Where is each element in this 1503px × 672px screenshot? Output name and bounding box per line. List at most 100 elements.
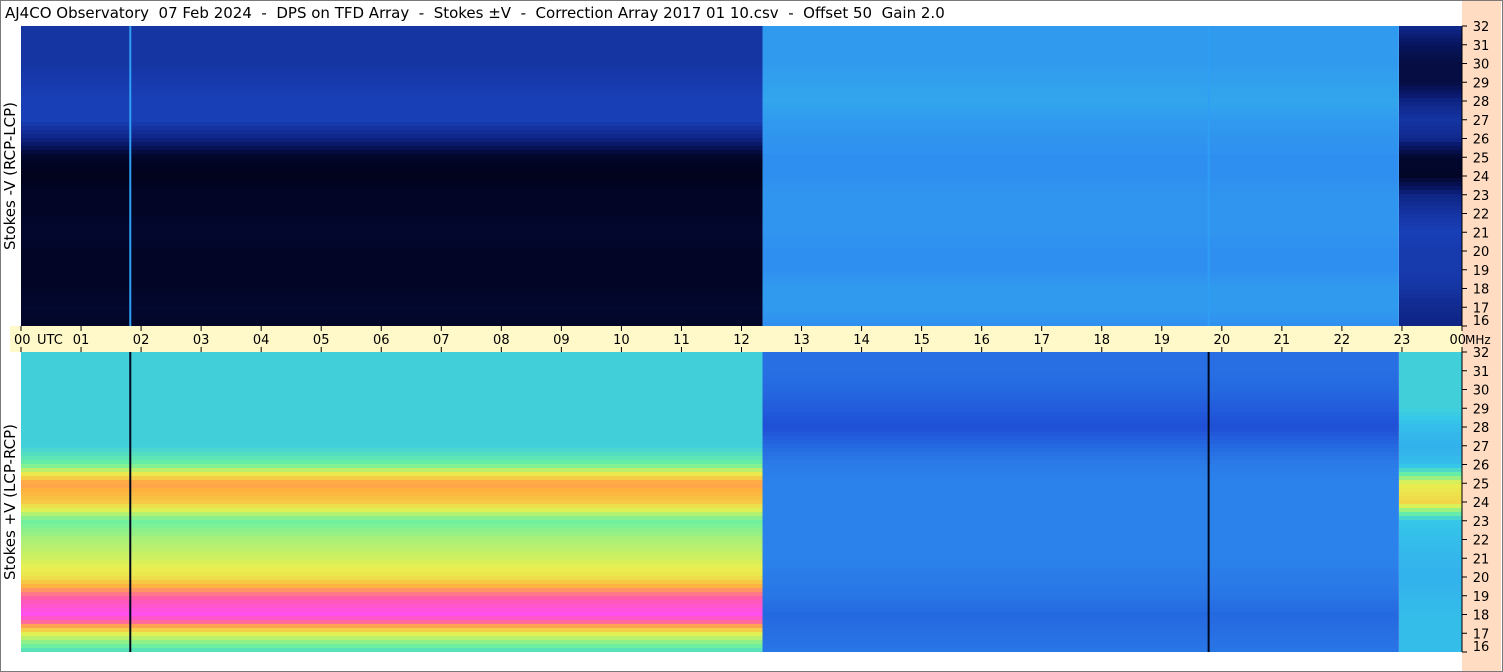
- heatmap-cell: [762, 222, 1399, 226]
- frequency-tick-label: 24: [1473, 170, 1490, 185]
- heatmap-cell: [1399, 82, 1462, 86]
- heatmap-cell: [1399, 222, 1462, 226]
- heatmap-cell: [1399, 178, 1462, 182]
- top-spectrogram-heatmap: [21, 26, 1462, 326]
- heatmap-cell: [21, 190, 763, 194]
- heatmap-cell: [1399, 274, 1462, 278]
- heatmap-cell: [762, 218, 1399, 222]
- heatmap-cell: [21, 600, 763, 604]
- heatmap-cell: [21, 632, 763, 636]
- heatmap-cell: [1399, 234, 1462, 238]
- heatmap-cell: [1399, 294, 1462, 298]
- heatmap-cell: [1399, 500, 1462, 504]
- heatmap-cell: [762, 62, 1399, 66]
- heatmap-cell: [21, 82, 763, 86]
- heatmap-cell: [21, 452, 763, 456]
- heatmap-cell: [21, 552, 763, 556]
- heatmap-cell: [762, 420, 1399, 424]
- heatmap-cell: [1399, 114, 1462, 118]
- heatmap-cell: [762, 572, 1399, 576]
- heatmap-cell: [21, 424, 763, 428]
- heatmap-cell: [762, 122, 1399, 126]
- heatmap-cell: [1399, 404, 1462, 408]
- frequency-tick-label: 28: [1473, 95, 1490, 110]
- heatmap-cell: [1399, 142, 1462, 146]
- time-tick-label: 17: [1033, 333, 1050, 348]
- heatmap-cell: [1399, 584, 1462, 588]
- heatmap-cell: [1399, 540, 1462, 544]
- heatmap-cell: [21, 142, 763, 146]
- heatmap-cell: [1399, 190, 1462, 194]
- heatmap-cell: [21, 572, 763, 576]
- heatmap-cell: [762, 26, 1399, 30]
- frequency-tick-label: 26: [1473, 459, 1490, 474]
- bottom-region-1: [762, 352, 1399, 652]
- heatmap-cell: [21, 246, 763, 250]
- heatmap-cell: [1399, 636, 1462, 640]
- heatmap-cell: [762, 464, 1399, 468]
- time-tick-label: 12: [733, 333, 750, 348]
- heatmap-cell: [1399, 238, 1462, 242]
- heatmap-cell: [762, 508, 1399, 512]
- heatmap-cell: [21, 74, 763, 78]
- heatmap-cell: [762, 82, 1399, 86]
- heatmap-cell: [1399, 516, 1462, 520]
- heatmap-cell: [21, 416, 763, 420]
- heatmap-cell: [1399, 424, 1462, 428]
- heatmap-cell: [1399, 396, 1462, 400]
- heatmap-cell: [762, 270, 1399, 274]
- heatmap-cell: [1399, 512, 1462, 516]
- heatmap-cell: [21, 58, 763, 62]
- heatmap-cell: [762, 254, 1399, 258]
- time-tick-label: 21: [1274, 333, 1291, 348]
- heatmap-cell: [21, 364, 763, 368]
- heatmap-cell: [762, 596, 1399, 600]
- heatmap-cell: [762, 126, 1399, 130]
- heatmap-cell: [1399, 50, 1462, 54]
- heatmap-cell: [762, 54, 1399, 58]
- heatmap-cell: [1399, 314, 1462, 318]
- heatmap-cell: [21, 432, 763, 436]
- heatmap-cell: [21, 166, 763, 170]
- time-tick-label: 10: [613, 333, 630, 348]
- heatmap-cell: [21, 102, 763, 106]
- heatmap-cell: [762, 388, 1399, 392]
- heatmap-cell: [762, 352, 1399, 356]
- heatmap-cell: [1399, 504, 1462, 508]
- top-region-1: [762, 26, 1399, 326]
- heatmap-cell: [762, 238, 1399, 242]
- heatmap-cell: [1399, 632, 1462, 636]
- heatmap-cell: [1399, 270, 1462, 274]
- heatmap-cell: [1399, 556, 1462, 560]
- heatmap-cell: [21, 620, 763, 624]
- heatmap-cell: [21, 592, 763, 596]
- time-tick-label: 02: [133, 333, 150, 348]
- heatmap-cell: [21, 440, 763, 444]
- heatmap-cell: [762, 504, 1399, 508]
- heatmap-cell: [1399, 134, 1462, 138]
- heatmap-cell: [762, 460, 1399, 464]
- bottom-spectrogram-heatmap: [21, 352, 1462, 652]
- heatmap-cell: [21, 122, 763, 126]
- heatmap-cell: [762, 604, 1399, 608]
- heatmap-cell: [1399, 400, 1462, 404]
- heatmap-cell: [1399, 572, 1462, 576]
- heatmap-cell: [762, 640, 1399, 644]
- heatmap-cell: [21, 520, 763, 524]
- heatmap-cell: [1399, 368, 1462, 372]
- heatmap-cell: [1399, 388, 1462, 392]
- heatmap-cell: [762, 368, 1399, 372]
- heatmap-cell: [1399, 432, 1462, 436]
- heatmap-cell: [21, 210, 763, 214]
- heatmap-cell: [21, 206, 763, 210]
- heatmap-cell: [1399, 230, 1462, 234]
- heatmap-cell: [1399, 628, 1462, 632]
- heatmap-cell: [21, 484, 763, 488]
- heatmap-cell: [21, 170, 763, 174]
- heatmap-cell: [762, 306, 1399, 310]
- heatmap-cell: [21, 560, 763, 564]
- heatmap-cell: [21, 134, 763, 138]
- heatmap-cell: [1399, 408, 1462, 412]
- heatmap-cell: [1399, 250, 1462, 254]
- heatmap-cell: [1399, 508, 1462, 512]
